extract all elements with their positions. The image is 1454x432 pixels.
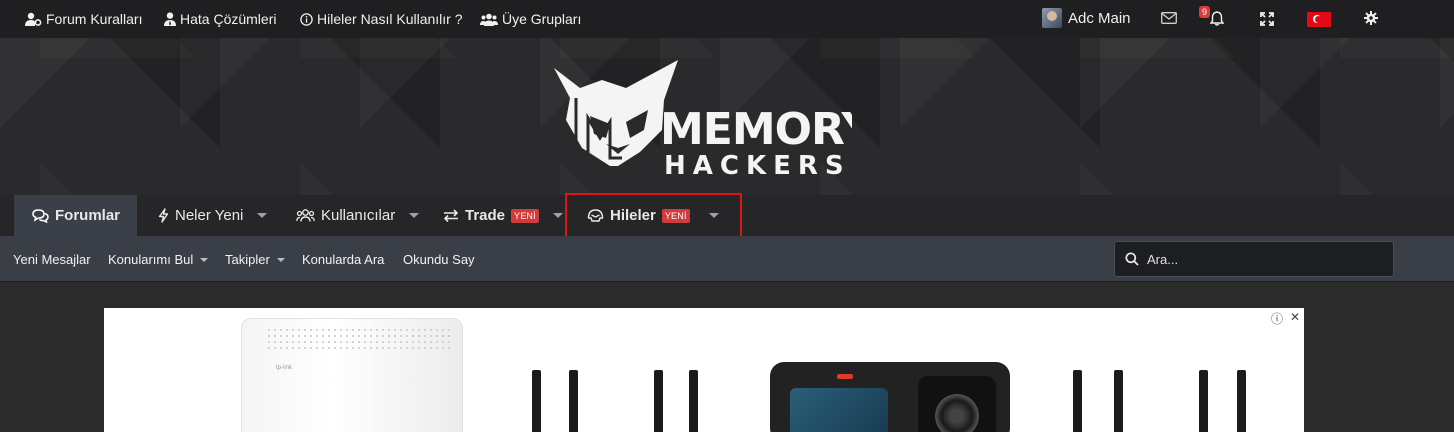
search-forums-link[interactable]: Konularda Ara xyxy=(302,252,384,267)
tab-forums[interactable]: Forumlar xyxy=(14,195,137,236)
tab-members-label: Kullanıcılar xyxy=(321,207,396,224)
chevron-down-icon[interactable] xyxy=(200,257,209,262)
search-input[interactable]: Ara... xyxy=(1114,241,1394,277)
how-to-use-cheats-label: Hileler Nasıl Kullanılır ? xyxy=(317,11,463,27)
ad-brand-label: tp-link xyxy=(276,365,293,371)
search-placeholder: Ara... xyxy=(1147,251,1179,267)
how-to-use-cheats-link[interactable]: Hileler Nasıl Kullanılır ? xyxy=(300,11,463,27)
tab-trade[interactable]: Trade YENİ xyxy=(443,195,563,236)
notification-count-badge: 9 xyxy=(1199,6,1211,18)
router-antenna xyxy=(654,370,663,432)
access-point-image: tp-link xyxy=(241,318,463,432)
user-cog-icon xyxy=(25,12,42,26)
logo-text-memory: MEMORY xyxy=(660,104,852,155)
record-light xyxy=(837,374,853,379)
user-tie-icon xyxy=(164,12,176,26)
router-antenna xyxy=(1073,370,1082,432)
turkey-flag-icon[interactable] xyxy=(1307,12,1331,27)
tab-whats-new-label: Neler Yeni xyxy=(175,207,244,224)
watched-label: Takipler xyxy=(225,252,270,267)
bell-icon[interactable] xyxy=(1210,11,1224,26)
router-antenna xyxy=(1199,370,1208,432)
mark-read-label: Okundu Say xyxy=(403,252,475,267)
error-solutions-link[interactable]: Hata Çözümleri xyxy=(164,11,276,27)
gear-icon[interactable] xyxy=(1364,11,1378,25)
comments-icon xyxy=(32,208,49,223)
camera-lens xyxy=(918,376,996,432)
tab-whats-new[interactable]: Neler Yeni xyxy=(158,195,268,236)
ad-close-icon[interactable]: ✕ xyxy=(1290,310,1300,324)
logo-text-hackers: HACKERS xyxy=(664,151,851,178)
tab-trade-label: Trade xyxy=(465,207,506,224)
find-threads-link[interactable]: Konularımı Bul xyxy=(108,252,209,267)
new-badge: YENİ xyxy=(511,208,539,223)
envelope-icon[interactable] xyxy=(1161,12,1177,24)
watched-link[interactable]: Takipler xyxy=(225,252,285,267)
vent-pattern xyxy=(266,327,451,353)
mark-read-link[interactable]: Okundu Say xyxy=(403,252,475,267)
tab-members[interactable]: Kullanıcılar xyxy=(296,195,420,236)
memory-hackers-logo[interactable]: MEMORY HACKERS xyxy=(552,58,852,178)
member-groups-label: Üye Grupları xyxy=(502,11,582,27)
router-antenna xyxy=(569,370,578,432)
forum-rules-link[interactable]: Forum Kuralları xyxy=(25,11,142,27)
forum-rules-label: Forum Kuralları xyxy=(46,11,143,27)
chevron-down-icon[interactable] xyxy=(276,257,285,262)
search-icon xyxy=(1125,252,1139,266)
router-antenna xyxy=(532,370,541,432)
error-solutions-label: Hata Çözümleri xyxy=(180,11,277,27)
action-camera-image xyxy=(770,362,1010,432)
users-icon xyxy=(480,13,498,26)
ad-banner[interactable]: ⓘ ✕ tp-link xyxy=(104,308,1304,432)
expand-icon[interactable] xyxy=(1260,12,1274,26)
header-banner: MEMORY HACKERS xyxy=(0,38,1454,195)
info-circle-icon xyxy=(300,12,313,26)
router-antenna xyxy=(1237,370,1246,432)
username: Adc Main xyxy=(1068,9,1131,27)
bolt-icon xyxy=(158,208,169,223)
tab-forums-label: Forumlar xyxy=(55,207,121,224)
users-icon xyxy=(296,209,315,222)
exchange-icon xyxy=(443,209,459,222)
router-antenna xyxy=(689,370,698,432)
ad-info-icon[interactable]: ⓘ xyxy=(1271,310,1283,327)
new-posts-label: Yeni Mesajlar xyxy=(13,252,91,267)
search-forums-label: Konularda Ara xyxy=(302,252,385,267)
chevron-down-icon[interactable] xyxy=(409,213,420,218)
chevron-down-icon[interactable] xyxy=(552,213,563,218)
top-bar: Forum Kuralları Hata Çözümleri Hileler N… xyxy=(0,0,1454,38)
find-threads-label: Konularımı Bul xyxy=(108,252,194,267)
user-menu[interactable]: Adc Main xyxy=(1042,8,1131,28)
chevron-down-icon[interactable] xyxy=(257,213,268,218)
avatar xyxy=(1042,8,1062,28)
member-groups-link[interactable]: Üye Grupları xyxy=(480,11,581,27)
router-antenna xyxy=(1114,370,1123,432)
camera-screen xyxy=(790,388,888,432)
new-posts-link[interactable]: Yeni Mesajlar xyxy=(13,252,91,267)
